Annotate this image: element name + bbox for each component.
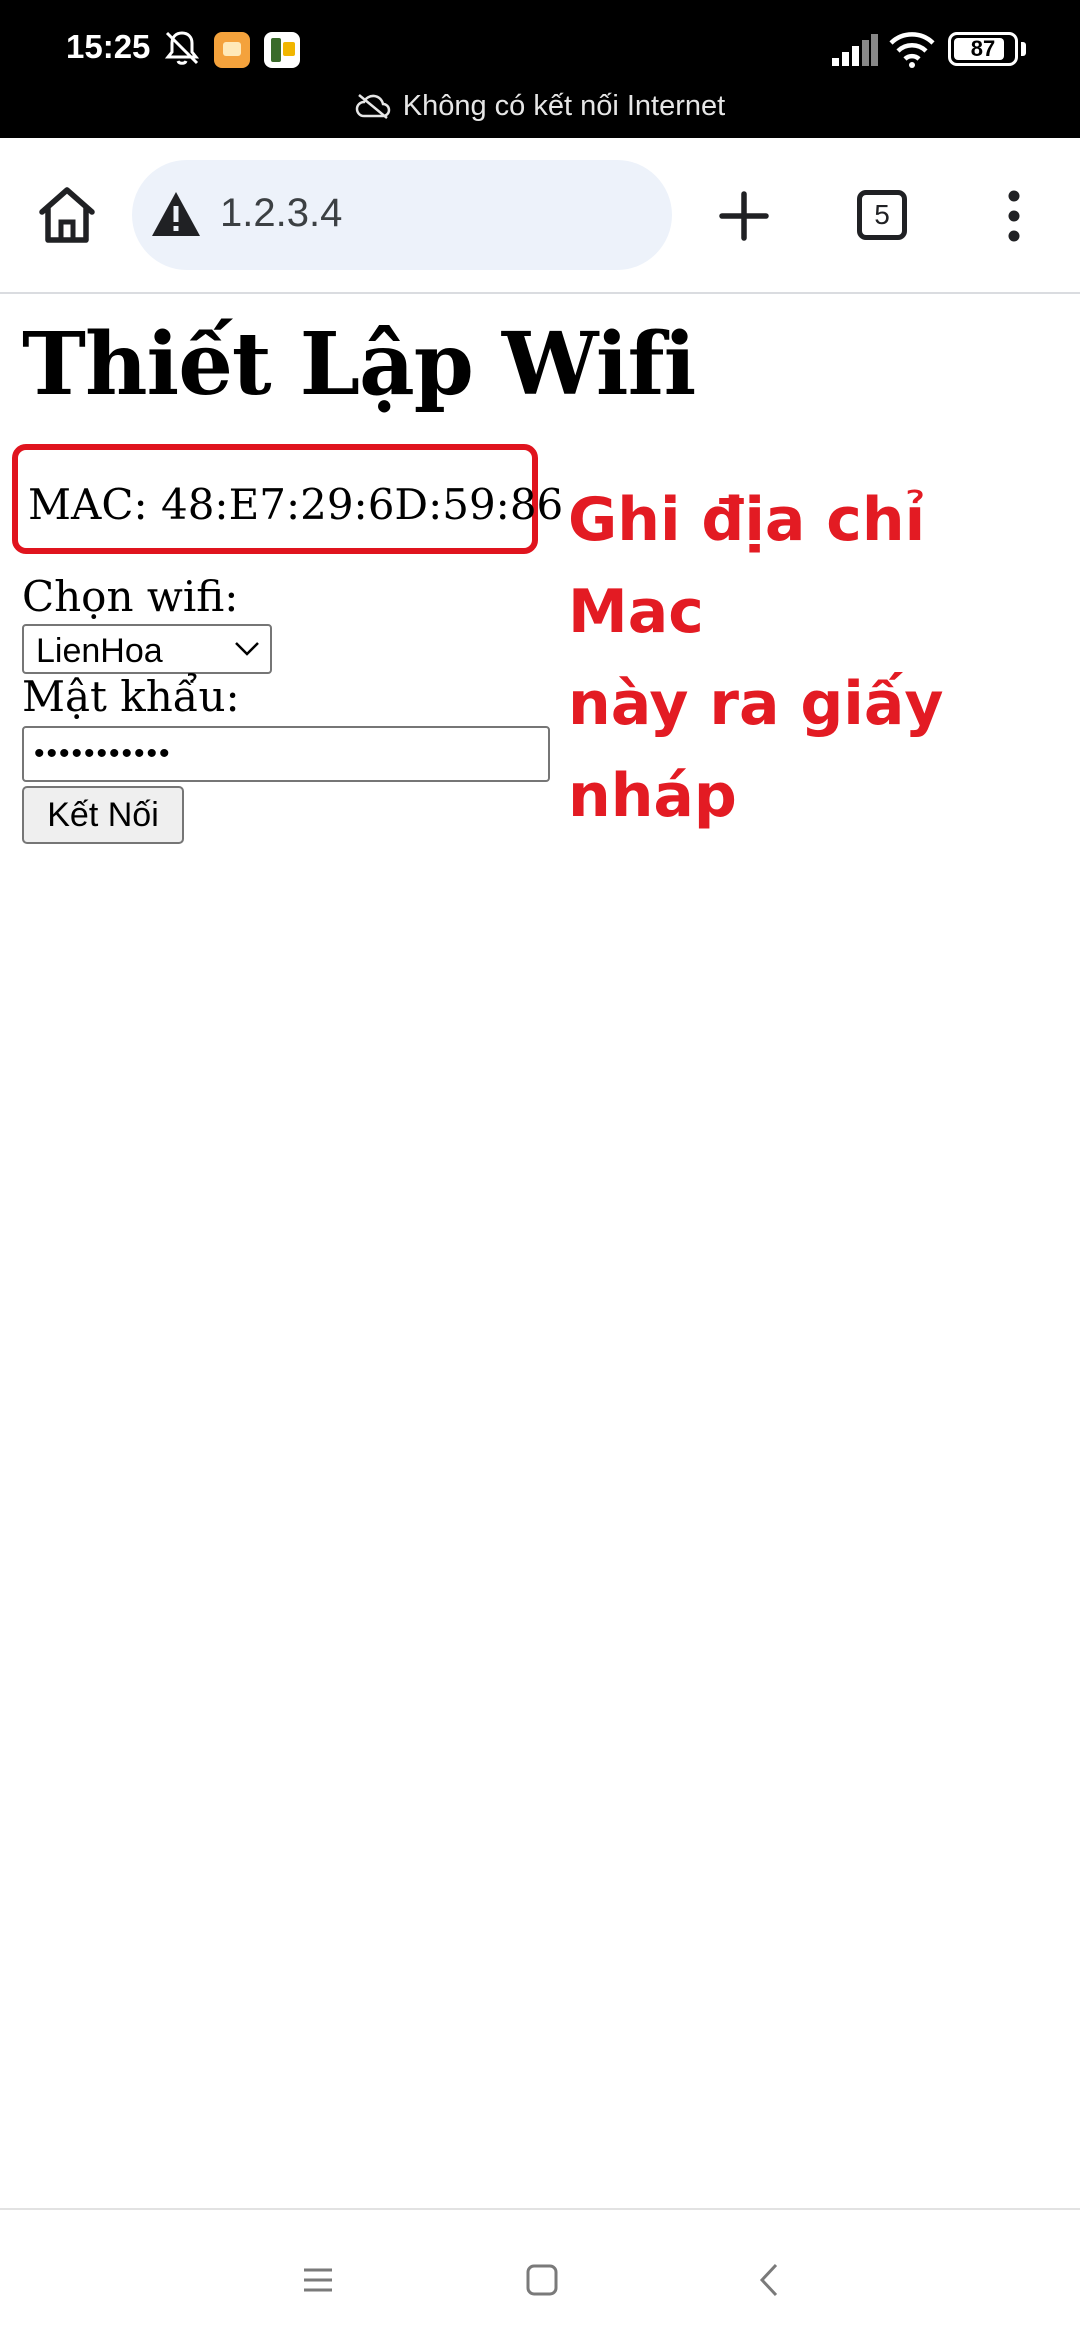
status-bar: 15:25 87 Không có kết nối Internet [0,0,1080,138]
signal-icon [832,34,878,66]
wifi-selected-value[interactable]: LienHoa [36,632,163,671]
wifi-icon [889,32,935,68]
home-icon[interactable] [524,2262,560,2298]
tab-switcher-icon[interactable]: 5 [857,190,907,240]
url-text[interactable]: 1.2.3.4 [220,191,342,236]
new-tab-icon[interactable] [718,190,770,242]
connect-button[interactable]: Kết Nối [22,786,184,844]
status-time: 15:25 [66,28,151,65]
browser-toolbar: 1.2.3.4 5 [0,138,1080,294]
battery-level: 87 [970,36,996,61]
home-icon[interactable] [36,186,98,244]
battery-icon: 87 [948,32,1018,66]
overflow-menu-icon[interactable] [1004,190,1024,242]
annotation-line: này ra giấy [568,669,944,739]
insecure-warning-icon[interactable] [150,190,202,238]
wifi-label: Chọn wifi: [22,572,239,621]
app-notification-icon [214,32,250,68]
menu-icon[interactable] [300,2262,336,2298]
system-nav-bar [0,2208,1080,2340]
annotation-line: Ghi địa chỉ Mac [568,485,926,647]
mac-address: MAC: 48:E7:29:6D:59:86 [28,480,564,529]
wifi-select[interactable]: LienHoa [22,624,272,674]
app-notification-icon [264,32,300,68]
notifications-muted-icon [164,31,200,65]
password-field[interactable] [22,726,550,782]
address-bar[interactable]: 1.2.3.4 [132,160,672,270]
cloud-off-icon [355,94,391,119]
annotation-line: nháp [568,761,737,831]
password-label: Mật khẩu: [22,672,240,721]
page-title: Thiết Lập Wifi [22,314,696,415]
connectivity-banner: Không có kết nối Internet [0,90,1080,123]
battery-tip [1021,42,1026,56]
tab-count: 5 [874,199,890,230]
mac-highlight-box: MAC: 48:E7:29:6D:59:86 [12,444,563,554]
annotation-note: Ghi địa chỉ Mac này ra giấy nháp [568,474,1068,842]
chevron-down-icon[interactable] [234,640,260,658]
connectivity-message: Không có kết nối Internet [402,90,726,122]
back-icon[interactable] [752,2262,788,2298]
